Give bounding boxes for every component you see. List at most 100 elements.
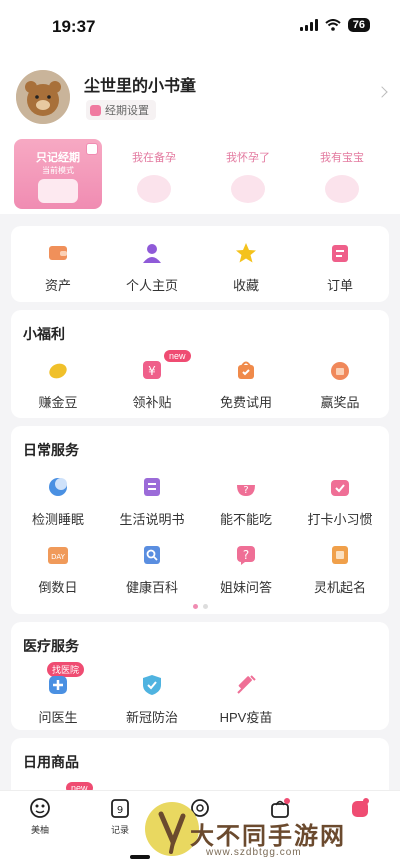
naming-icon (332, 546, 348, 564)
medical-services-title: 医疗服务 (23, 638, 79, 654)
doctor-icon (49, 676, 67, 694)
health-encyclopedia-button[interactable]: 健康百科 (105, 544, 199, 596)
countdown-button[interactable]: DAY 倒数日 (11, 544, 105, 596)
status-time: 19:37 (52, 17, 96, 36)
countdown-icon: DAY (48, 547, 68, 564)
sleep-icon (49, 478, 67, 496)
vaccine-icon (237, 675, 256, 694)
svg-text:¥: ¥ (148, 364, 156, 378)
food-bowl-icon: ? (237, 485, 255, 496)
calendar-illustration-icon (38, 179, 78, 203)
mode-label: 我怀孕了 (226, 152, 270, 164)
assets-label: 资产 (44, 278, 71, 293)
manual-icon (144, 478, 160, 496)
free-trial-button[interactable]: 免费试用 (199, 359, 293, 411)
habit-checkin-label: 打卡小习惯 (307, 512, 373, 527)
gold-bean-icon (49, 363, 67, 379)
period-settings-label: 经期设置 (105, 105, 149, 117)
covid-prevention-label: 新冠防治 (125, 710, 178, 725)
battery-indicator: 76 (347, 18, 370, 32)
new-badge: new (164, 350, 191, 362)
medical-services-card: 医疗服务 找医院 问医生 新冠防治 HPV疫苗 (11, 622, 389, 730)
favorites-button[interactable]: 收藏 (199, 242, 293, 294)
orders-label: 订单 (326, 278, 353, 293)
period-settings-button[interactable]: 经期设置 (86, 100, 156, 120)
question-icon: ? (237, 546, 255, 565)
inspired-naming-button[interactable]: 灵机起名 (293, 544, 387, 596)
can-i-eat-button[interactable]: ? 能不能吃 (199, 476, 293, 528)
mode-have-baby[interactable]: 我有宝宝 (298, 139, 386, 209)
earn-gold-beans-label: 赚金豆 (38, 395, 78, 410)
assets-button[interactable]: 资产 (11, 242, 105, 294)
watermark-url: www.szdbtgg.com (206, 847, 302, 858)
calendar-icon: 9 (111, 799, 129, 818)
sleep-detection-label: 检测睡眠 (31, 512, 84, 527)
shield-icon (143, 675, 161, 695)
hpv-vaccine-button[interactable]: HPV疫苗 (199, 674, 293, 726)
health-encyclopedia-label: 健康百科 (125, 580, 178, 595)
mode-label: 我有宝宝 (320, 152, 364, 164)
page-dot-active (192, 604, 198, 609)
check-icon (86, 143, 98, 155)
svg-text:?: ? (243, 485, 248, 496)
watermark-text: 大不同手游网 (190, 823, 346, 850)
welfare-card: 小福利 赚金豆 ¥ 领补贴 new 免费试用 赢奖品 (11, 310, 389, 418)
mode-selector: 只记经期 当前模式 我在备孕 我怀孕了 我有宝宝 (0, 134, 400, 214)
get-subsidy-button[interactable]: ¥ 领补贴 (105, 359, 199, 411)
pregnancy-test-illustration-icon (137, 175, 171, 203)
favorites-label: 收藏 (232, 278, 259, 293)
order-icon (332, 245, 348, 262)
sleep-detection-button[interactable]: 检测睡眠 (11, 476, 105, 528)
tab-meiyou-label: 美柚 (30, 825, 49, 835)
page-dot (202, 604, 208, 609)
tab-record[interactable]: 9 记录 (90, 797, 150, 836)
covid-prevention-button[interactable]: 新冠防治 (105, 674, 199, 726)
daily-services-title: 日常服务 (23, 442, 79, 458)
ask-doctor-label: 问医生 (38, 710, 78, 725)
free-trial-label: 免费试用 (219, 395, 272, 410)
sisters-qa-label: 姐妹问答 (219, 580, 272, 595)
win-prizes-button[interactable]: 赢奖品 (293, 359, 387, 411)
orders-button[interactable]: 订单 (293, 242, 387, 294)
encyclopedia-icon (144, 546, 160, 564)
welfare-title: 小福利 (23, 326, 65, 342)
trial-bag-icon (238, 361, 254, 379)
mode-period-only[interactable]: 只记经期 当前模式 (14, 139, 102, 209)
sisters-qa-button[interactable]: ? 姐妹问答 (199, 544, 293, 596)
pregnant-woman-illustration-icon (231, 175, 265, 203)
chevron-right-icon[interactable] (376, 86, 388, 98)
period-icon (90, 104, 101, 116)
tab-record-label: 记录 (110, 825, 129, 835)
inspired-naming-label: 灵机起名 (313, 580, 366, 595)
mother-baby-illustration-icon (325, 175, 359, 203)
home-indicator (130, 855, 150, 859)
life-manual-button[interactable]: 生活说明书 (105, 476, 199, 528)
avatar[interactable] (16, 70, 70, 124)
can-i-eat-label: 能不能吃 (219, 512, 272, 527)
signal-icon (299, 19, 318, 31)
wifi-icon (325, 19, 341, 31)
habit-checkin-button[interactable]: 打卡小习惯 (293, 476, 387, 528)
mode-label: 我在备孕 (132, 152, 176, 164)
username: 尘世里的小书童 (84, 78, 197, 95)
personal-homepage-button[interactable]: 个人主页 (105, 242, 199, 294)
subsidy-icon: ¥ (143, 361, 161, 379)
earn-gold-beans-button[interactable]: 赚金豆 (11, 359, 105, 411)
ask-doctor-button[interactable]: 问医生 (11, 674, 105, 726)
personal-homepage-label: 个人主页 (125, 278, 178, 293)
win-prizes-label: 赢奖品 (320, 395, 360, 410)
prize-icon (331, 362, 349, 380)
status-bar: 19:37 76 (0, 0, 400, 52)
mode-trying-to-conceive[interactable]: 我在备孕 (110, 139, 198, 209)
mode-pregnant[interactable]: 我怀孕了 (204, 139, 292, 209)
svg-text:?: ? (243, 548, 249, 562)
page-indicator (11, 604, 389, 609)
person-icon (143, 244, 161, 263)
svg-text:DAY: DAY (51, 553, 66, 561)
status-icons: 76 (299, 18, 370, 32)
svg-text:9: 9 (117, 805, 123, 816)
profile-header[interactable]: 尘世里的小书童 经期设置 (0, 52, 400, 134)
get-subsidy-label: 领补贴 (132, 395, 172, 410)
daily-goods-title: 日用商品 (23, 754, 79, 770)
tab-meiyou[interactable]: 美柚 (10, 797, 70, 836)
